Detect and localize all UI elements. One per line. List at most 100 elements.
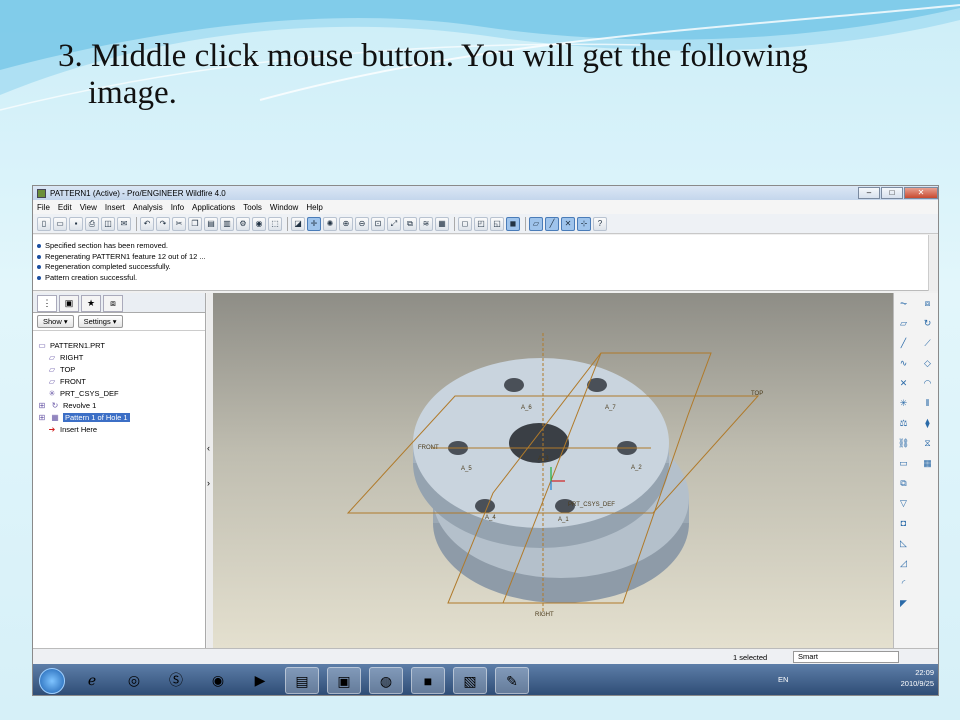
chrome-browser-icon[interactable]: ◎	[117, 667, 151, 694]
preview-icon[interactable]: ◫	[101, 216, 115, 231]
start-button-icon[interactable]	[39, 668, 65, 694]
print-icon[interactable]: ⎙	[85, 216, 99, 231]
blend-tool-icon[interactable]: ◇	[921, 357, 934, 370]
datum-plane-display-icon[interactable]: ▱	[529, 216, 543, 231]
graphics-window[interactable]: TOP FRONT RIGHT PRT_CSYS_DEF A_1 A_2 A_3…	[213, 293, 893, 648]
regenerate-icon[interactable]: ⚙	[236, 216, 250, 231]
paste-icon[interactable]: ▤	[204, 216, 218, 231]
reorient-icon[interactable]: ⤢	[387, 216, 401, 231]
csys-display-icon[interactable]: ⊹	[577, 216, 591, 231]
redo-icon[interactable]: ↷	[156, 216, 170, 231]
menu-edit[interactable]: Edit	[58, 203, 72, 212]
draft-tool-icon[interactable]: ◺	[897, 537, 910, 550]
powerpoint-icon[interactable]: ▧	[453, 667, 487, 694]
language-indicator[interactable]: EN	[778, 675, 788, 684]
sweep-tool-icon[interactable]: ⟋	[921, 337, 934, 350]
tree-item-top[interactable]: ▱ TOP	[37, 363, 205, 375]
save-icon[interactable]: ▪	[69, 216, 83, 231]
proe-taskbar-icon[interactable]: ■	[411, 667, 445, 694]
context-help-icon[interactable]: ?	[593, 216, 607, 231]
wireframe-icon[interactable]: ◻	[458, 216, 472, 231]
orient-mode-icon[interactable]: ✺	[323, 216, 337, 231]
sketch-tool-icon[interactable]: ⏦	[897, 297, 910, 310]
layers-icon[interactable]: ≋	[419, 216, 433, 231]
selection-filter-icon[interactable]: ⬚	[268, 216, 282, 231]
datum-point-tool-icon[interactable]: ✕	[897, 377, 910, 390]
tree-item-part[interactable]: ▭ PATTERN1.PRT	[37, 339, 205, 351]
pattern-tool-icon[interactable]: ▦	[921, 457, 934, 470]
menu-info[interactable]: Info	[171, 203, 184, 212]
datum-plane-tool-icon[interactable]: ▱	[897, 317, 910, 330]
view-manager-icon[interactable]: ▦	[435, 216, 449, 231]
hidden-line-icon[interactable]: ◰	[474, 216, 488, 231]
system-tray-clock[interactable]: 22:09 2010/9/25	[901, 667, 934, 689]
menu-applications[interactable]: Applications	[192, 203, 235, 212]
extrude-tool-icon[interactable]: ▽	[897, 497, 910, 510]
spin-center-icon[interactable]: ✛	[307, 216, 321, 231]
analysis-tool-icon[interactable]: ⚖	[897, 417, 910, 430]
datum-axis-display-icon[interactable]: ╱	[545, 216, 559, 231]
copy-icon[interactable]: ❐	[188, 216, 202, 231]
ie-browser-icon[interactable]: ℯ	[75, 667, 109, 694]
menu-insert[interactable]: Insert	[105, 203, 125, 212]
revolve-tool-icon[interactable]: ↻	[921, 317, 934, 330]
surface-tool-icon[interactable]: ◠	[921, 377, 934, 390]
menu-analysis[interactable]: Analysis	[133, 203, 163, 212]
edit-sketch-icon[interactable]: ▭	[897, 457, 910, 470]
open-folder-icon[interactable]: ▭	[53, 216, 67, 231]
zoom-in-icon[interactable]: ⊕	[339, 216, 353, 231]
ps-app-icon[interactable]: ◉	[201, 667, 235, 694]
favorites-tab-icon[interactable]: ★	[81, 295, 101, 312]
solidworks-icon[interactable]: Ⓢ	[159, 667, 193, 694]
repaint-icon[interactable]: ◪	[291, 216, 305, 231]
menu-file[interactable]: File	[37, 203, 50, 212]
model-tree-tab-icon[interactable]: ⋮	[37, 295, 57, 312]
shading-icon[interactable]: ◼	[506, 216, 520, 231]
hole-tool-icon[interactable]: ◘	[897, 517, 910, 530]
folder-browser-tab-icon[interactable]: ▣	[59, 295, 79, 312]
datum-axis-tool-icon[interactable]: ╱	[897, 337, 910, 350]
no-hidden-icon[interactable]: ◱	[490, 216, 504, 231]
firefox-icon[interactable]: ◍	[369, 667, 403, 694]
menu-view[interactable]: View	[80, 203, 97, 212]
expand-right-icon[interactable]: ›	[207, 478, 210, 488]
tree-item-right[interactable]: ▱ RIGHT	[37, 351, 205, 363]
refit-icon[interactable]: ⊡	[371, 216, 385, 231]
saved-views-icon[interactable]: ⧉	[403, 216, 417, 231]
minimize-button[interactable]: –	[858, 187, 880, 199]
copy-feature-icon[interactable]: ⧉	[897, 477, 910, 490]
media-player-icon[interactable]: ▶	[243, 667, 277, 694]
chain-tool-icon[interactable]: ⛓	[897, 437, 910, 450]
paste-special-icon[interactable]: ▥	[220, 216, 234, 231]
connections-tab-icon[interactable]: ⧈	[103, 295, 123, 312]
explorer-icon[interactable]: ▤	[285, 667, 319, 694]
menu-tools[interactable]: Tools	[243, 203, 262, 212]
tree-item-csys[interactable]: ✳ PRT_CSYS_DEF	[37, 387, 205, 399]
csys-tool-icon[interactable]: ✳	[897, 397, 910, 410]
show-dropdown[interactable]: Show ▾	[37, 315, 74, 328]
shell-tool-icon[interactable]: ⧈	[921, 297, 934, 310]
trim-tool-icon[interactable]: ⧖	[921, 437, 934, 450]
message-scrollbar[interactable]	[928, 235, 938, 291]
undo-icon[interactable]: ↶	[140, 216, 154, 231]
paint-icon[interactable]: ✎	[495, 667, 529, 694]
zoom-out-icon[interactable]: ⊖	[355, 216, 369, 231]
datum-point-display-icon[interactable]: ✕	[561, 216, 575, 231]
chamfer-tool-icon[interactable]: ◤	[897, 597, 910, 610]
tree-item-front[interactable]: ▱ FRONT	[37, 375, 205, 387]
merge-tool-icon[interactable]: ⧫	[921, 417, 934, 430]
selection-filter-dropdown[interactable]: Smart	[793, 651, 899, 663]
maximize-button[interactable]: □	[881, 187, 903, 199]
close-button[interactable]: ✕	[904, 187, 938, 199]
tree-item-insert-here[interactable]: ➔ Insert Here	[37, 423, 205, 435]
mirror-tool-icon[interactable]: ⫴	[921, 397, 934, 410]
rib-tool-icon[interactable]: ◿	[897, 557, 910, 570]
video-player-icon[interactable]: ▣	[327, 667, 361, 694]
new-file-icon[interactable]: ▯	[37, 216, 51, 231]
datum-curve-tool-icon[interactable]: ∿	[897, 357, 910, 370]
collapse-left-icon[interactable]: ‹	[207, 443, 210, 453]
menu-help[interactable]: Help	[306, 203, 322, 212]
round-tool-icon[interactable]: ◜	[897, 577, 910, 590]
cut-icon[interactable]: ✂	[172, 216, 186, 231]
settings-dropdown[interactable]: Settings ▾	[77, 315, 123, 328]
